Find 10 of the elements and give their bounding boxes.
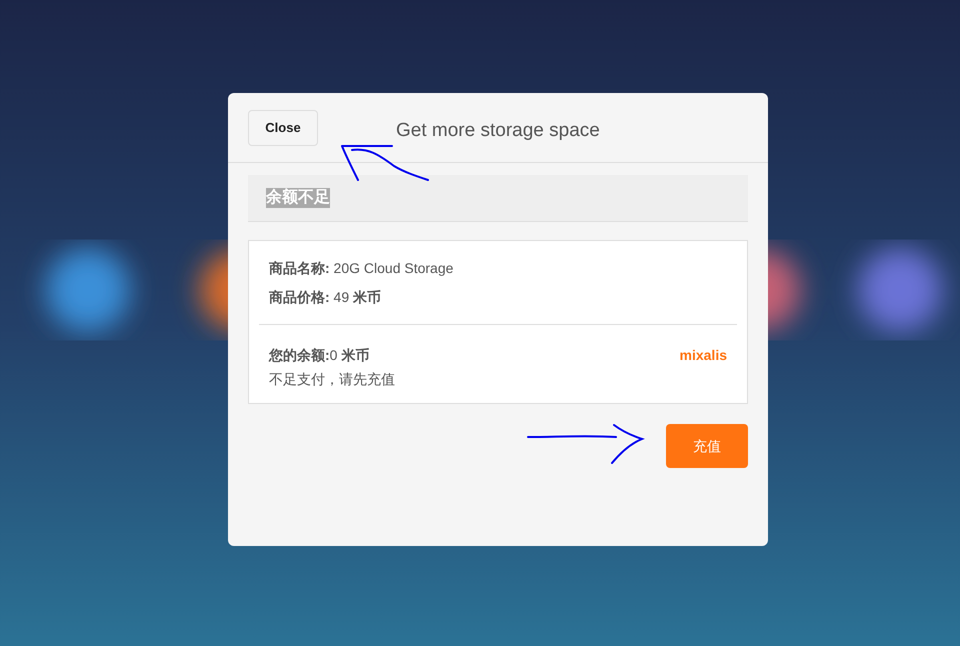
username: mixalis	[680, 346, 727, 365]
balance-text: 您的余额:0 米币	[269, 346, 370, 365]
insufficient-message: 不足支付，请先充值	[269, 370, 395, 389]
product-name: 商品名称: 20G Cloud Storage	[269, 259, 454, 278]
dialog-title: Get more storage space	[396, 119, 600, 143]
annotation-arrow-icon	[338, 142, 432, 184]
close-button[interactable]: Close	[248, 110, 318, 146]
annotation-arrow-icon	[526, 421, 646, 465]
alert-text: 余额不足	[266, 188, 330, 208]
product-price: 商品价格: 49 米币	[269, 288, 382, 307]
